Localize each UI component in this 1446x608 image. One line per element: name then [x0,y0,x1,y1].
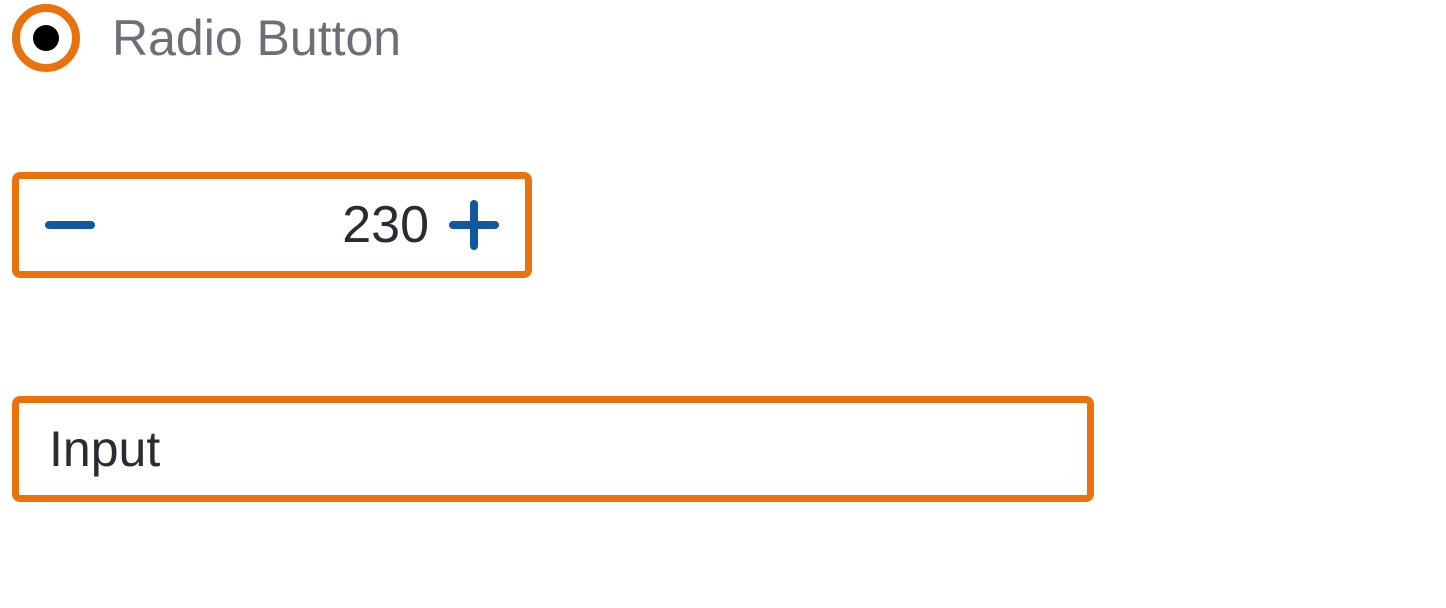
stepper-increment-button[interactable] [447,198,501,252]
radio-button-row: Radio Button [12,4,1434,72]
text-input[interactable] [12,396,1094,502]
plus-icon [447,198,501,252]
radio-button[interactable] [12,4,80,72]
radio-button-label: Radio Button [112,9,401,67]
stepper-decrement-button[interactable] [43,198,97,252]
stepper-value: 230 [107,195,437,255]
quantity-stepper: 230 [12,172,532,278]
minus-icon [43,198,97,252]
radio-dot-icon [33,25,59,51]
